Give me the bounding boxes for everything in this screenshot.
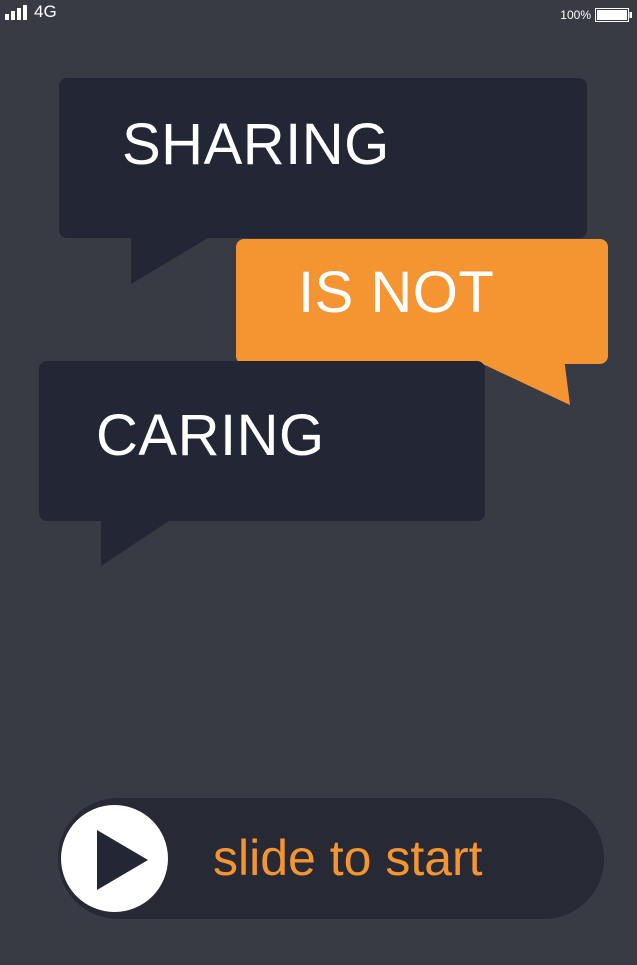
play-icon [97,830,148,890]
slider-label: slide to start [213,830,483,886]
slider-handle[interactable] [61,805,168,912]
bubble-caring-text: CARING [96,403,325,468]
bubble-sharing-text: SHARING [122,112,390,177]
slide-to-start-slider[interactable]: slide to start [58,798,604,919]
bubble-is-not-text: IS NOT [298,260,495,325]
